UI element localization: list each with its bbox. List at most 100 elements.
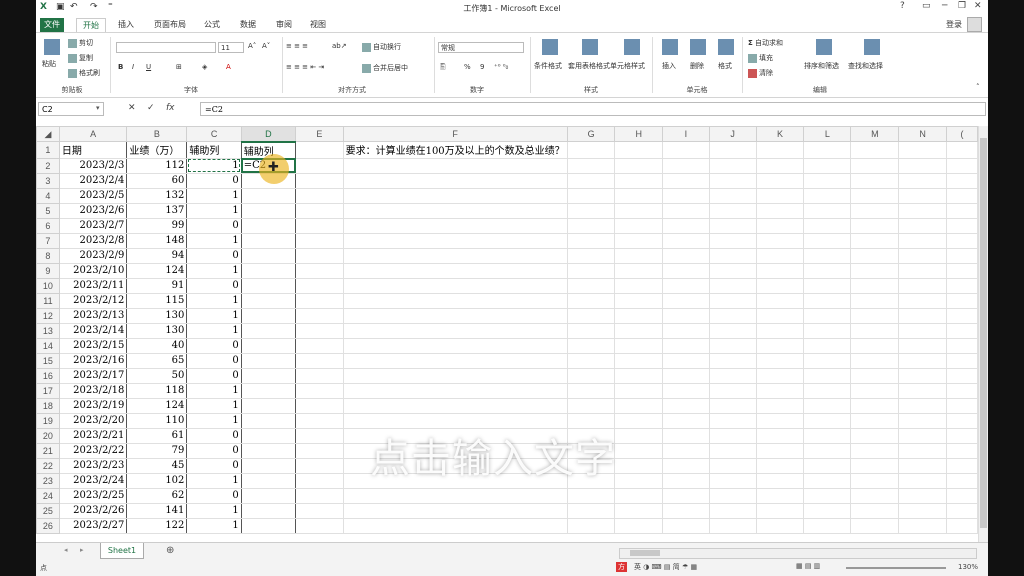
cell[interactable] xyxy=(946,262,978,279)
cell[interactable] xyxy=(755,427,805,444)
cell[interactable] xyxy=(850,292,900,309)
cell[interactable]: 65 xyxy=(126,352,188,369)
cell[interactable] xyxy=(342,217,568,234)
cell[interactable] xyxy=(946,442,978,459)
cell[interactable] xyxy=(614,487,664,504)
cell[interactable] xyxy=(755,457,805,474)
cell[interactable]: 2023/2/21 xyxy=(58,427,128,444)
row-header[interactable]: 24 xyxy=(36,487,60,504)
cell[interactable] xyxy=(898,412,947,429)
cell[interactable]: 137 xyxy=(126,202,188,219)
cell[interactable] xyxy=(566,487,616,504)
cut-button[interactable]: 剪切 xyxy=(68,38,93,48)
cell[interactable]: 1 xyxy=(186,412,242,429)
fill-button[interactable]: 填充 xyxy=(748,53,773,63)
cell-styles-icon[interactable] xyxy=(624,39,640,55)
cell[interactable]: 122 xyxy=(126,517,188,534)
row-header[interactable]: 23 xyxy=(36,472,60,489)
autosum-button[interactable]: Σ 自动求和 xyxy=(748,38,783,48)
cell[interactable] xyxy=(240,292,297,309)
cell[interactable]: 2023/2/8 xyxy=(58,232,128,249)
column-header[interactable]: F xyxy=(342,126,568,142)
cell[interactable] xyxy=(566,157,616,174)
cell[interactable] xyxy=(295,352,344,369)
cell[interactable] xyxy=(662,397,710,414)
cell[interactable] xyxy=(662,442,710,459)
cell[interactable] xyxy=(295,322,344,339)
cell[interactable] xyxy=(708,412,757,429)
cell[interactable] xyxy=(898,457,947,474)
cell[interactable] xyxy=(662,487,710,504)
cell[interactable]: 60 xyxy=(126,172,188,189)
decimal-icon[interactable]: ⁺⁰ ⁰₀ xyxy=(494,63,508,71)
column-header[interactable]: I xyxy=(662,126,710,142)
number-format-combo[interactable]: 常规 xyxy=(438,42,524,53)
cell[interactable] xyxy=(850,382,900,399)
cell[interactable] xyxy=(295,187,344,204)
cell[interactable] xyxy=(240,202,297,219)
cell[interactable] xyxy=(708,517,757,534)
collapse-ribbon-icon[interactable]: ˄ xyxy=(976,83,980,91)
cell[interactable] xyxy=(295,157,344,174)
cell[interactable]: 0 xyxy=(186,457,242,474)
cell[interactable] xyxy=(946,292,978,309)
cell[interactable] xyxy=(708,337,757,354)
cell[interactable]: 2023/2/16 xyxy=(58,352,128,369)
tab-home[interactable]: 开始 xyxy=(76,18,106,33)
cell[interactable] xyxy=(946,487,978,504)
cell[interactable] xyxy=(850,172,900,189)
cell[interactable] xyxy=(755,202,805,219)
cell[interactable] xyxy=(898,232,947,249)
cell[interactable] xyxy=(946,427,978,444)
row-header[interactable]: 4 xyxy=(36,187,60,204)
cell[interactable] xyxy=(566,307,616,324)
tab-insert[interactable]: 插入 xyxy=(112,18,140,32)
column-header[interactable]: G xyxy=(566,126,616,142)
cell[interactable] xyxy=(708,472,757,489)
cell[interactable] xyxy=(946,247,978,264)
cell[interactable] xyxy=(566,202,616,219)
cell[interactable] xyxy=(295,307,344,324)
cell[interactable] xyxy=(295,172,344,189)
view-buttons-icon[interactable]: ▦ ▤ ▥ xyxy=(796,562,820,570)
copy-button[interactable]: 复制 xyxy=(68,53,93,63)
cell[interactable]: 2023/2/15 xyxy=(58,337,128,354)
cell[interactable] xyxy=(240,502,297,519)
cell[interactable] xyxy=(240,367,297,384)
horizontal-scroll-thumb[interactable] xyxy=(630,550,660,556)
cell[interactable] xyxy=(708,442,757,459)
cell[interactable] xyxy=(898,382,947,399)
cell[interactable] xyxy=(946,322,978,339)
cell[interactable] xyxy=(295,457,344,474)
cell[interactable] xyxy=(614,412,664,429)
cell[interactable] xyxy=(240,427,297,444)
cell[interactable]: 0 xyxy=(186,367,242,384)
cell[interactable] xyxy=(755,157,805,174)
cell[interactable] xyxy=(240,217,297,234)
cell[interactable] xyxy=(295,217,344,234)
cell[interactable]: 99 xyxy=(126,217,188,234)
cell[interactable] xyxy=(614,202,664,219)
cell[interactable] xyxy=(898,247,947,264)
row-header[interactable]: 3 xyxy=(36,172,60,189)
row-header[interactable]: 20 xyxy=(36,427,60,444)
cell[interactable] xyxy=(295,202,344,219)
add-sheet-icon[interactable]: ⊕ xyxy=(166,545,174,556)
cell[interactable] xyxy=(803,262,852,279)
cell[interactable] xyxy=(614,427,664,444)
cell[interactable]: 40 xyxy=(126,337,188,354)
insert-cells-button[interactable]: 插入 xyxy=(662,61,676,71)
cell[interactable] xyxy=(898,502,947,519)
cell[interactable] xyxy=(295,262,344,279)
next-sheet-icon[interactable]: ▸ xyxy=(80,546,84,554)
cell[interactable]: 2023/2/17 xyxy=(58,367,128,384)
cell[interactable]: 148 xyxy=(126,232,188,249)
cell[interactable] xyxy=(708,187,757,204)
cell[interactable]: 1 xyxy=(186,232,242,249)
cell[interactable] xyxy=(566,187,616,204)
cell[interactable] xyxy=(240,472,297,489)
cell[interactable] xyxy=(946,277,978,294)
cell[interactable] xyxy=(342,382,568,399)
ribbon-display-icon[interactable]: ▭ xyxy=(922,1,931,11)
cell[interactable]: 79 xyxy=(126,442,188,459)
